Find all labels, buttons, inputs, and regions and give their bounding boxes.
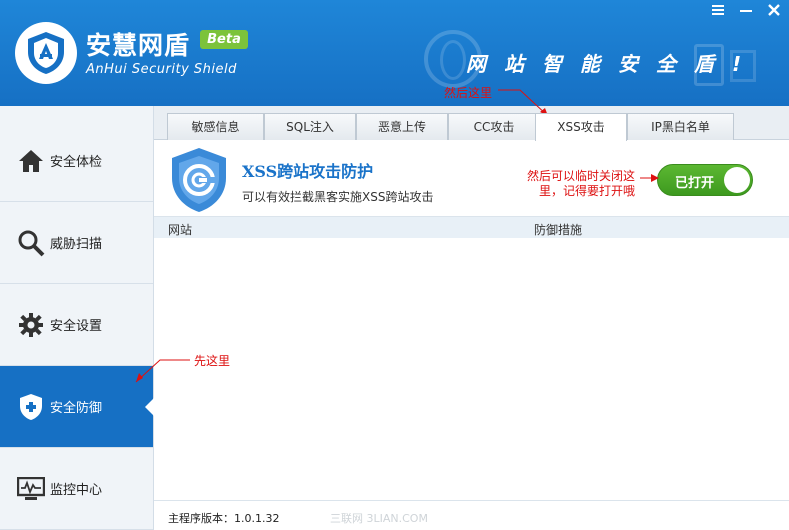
annotation-step3-line2: 里，记得要打开哦 <box>539 184 636 198</box>
annotation-step1: 先这里 <box>194 354 231 368</box>
annotation-step2: 然后这里 <box>444 86 493 100</box>
tab-xss-attack[interactable]: XSS攻击 <box>535 113 627 141</box>
app-window: 安慧网盾 Beta AnHui Security Shield 网站智能安全盾!… <box>0 0 789 530</box>
annotation-arrows <box>135 89 659 383</box>
